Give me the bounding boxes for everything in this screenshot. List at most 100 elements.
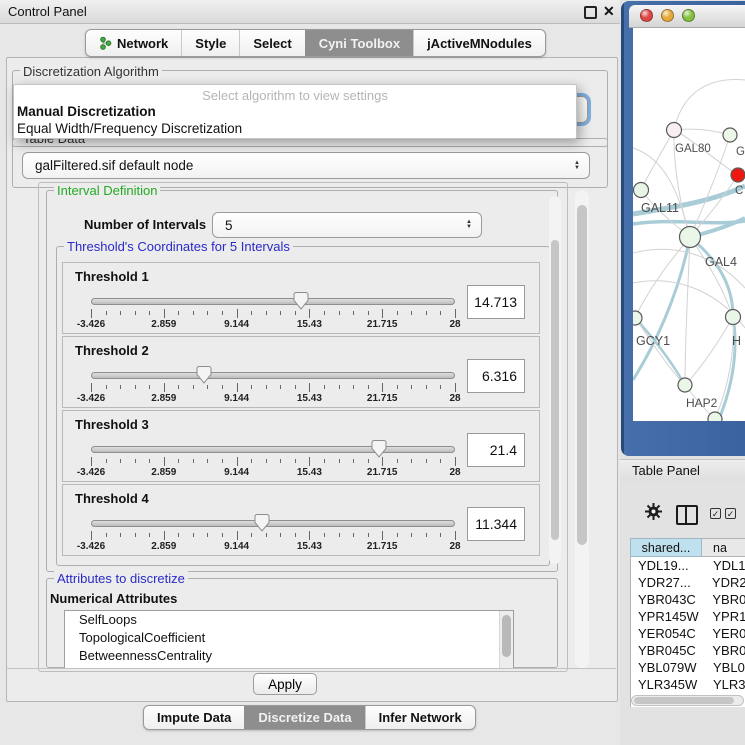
tab-label: Select [253,36,291,51]
numerical-attributes-label: Numerical Attributes [50,591,177,606]
slider-track[interactable] [91,372,455,379]
close-icon[interactable]: ✕ [603,3,615,20]
table-row[interactable]: YLR345WYLR3 [631,676,745,693]
interval-scrollbar[interactable] [549,196,561,564]
zoom-traffic-light[interactable] [682,9,695,22]
table-data-selected-value: galFiltered.sif default node [35,158,193,173]
numerical-attributes-list: SelfLoopsTopologicalCoefficientBetweenne… [64,610,514,669]
threshold-value-field[interactable]: 21.4 [467,433,525,467]
threshold-value-field[interactable]: 6.316 [467,359,525,393]
slider-track[interactable] [91,520,455,527]
threshold-label: Threshold 4 [75,491,149,506]
slider-ticks [91,531,455,540]
node-table: YDL19...YDL1YDR27...YDR2YBR043CYBR0YPR14… [630,557,745,707]
tab-discretize-data[interactable]: Discretize Data [244,706,364,729]
table-horizontal-scrollbar[interactable] [631,695,744,706]
node-bottom[interactable] [708,412,722,421]
attribute-item-topologicalcoefficient[interactable]: TopologicalCoefficient [65,629,513,647]
node-h[interactable] [726,310,741,325]
table-row[interactable]: YBL079WYBL0 [631,659,745,676]
attributes-scrollbar-thumb[interactable] [502,615,511,657]
gear-icon[interactable] [645,503,662,520]
attributes-scrollbar[interactable] [499,611,513,668]
tab-impute-data[interactable]: Impute Data [144,706,244,729]
cell-name: YER0 [702,626,745,641]
scale-label: 15.43 [297,319,322,330]
tab-infer-network[interactable]: Infer Network [365,706,475,729]
tab-jactivemnodules[interactable]: jActiveMNodules [413,30,545,56]
node-gcy1[interactable] [633,311,642,325]
node-hap2[interactable] [678,378,692,392]
node-label-hap2: HAP2 [686,396,718,410]
slider-thumb-icon[interactable] [255,514,270,532]
cell-name: YLR3 [703,677,745,692]
scale-label: 15.43 [297,467,322,478]
cell-shared-name: YER054C [631,626,702,641]
network-canvas[interactable]: GAL80GACGAL11GAL4GCY1HHAP2 [633,28,745,421]
scale-label: 28 [449,393,460,404]
tab-style[interactable]: Style [181,30,239,56]
table-panel-titlebar: Table Panel [620,459,745,483]
column-header-name[interactable]: na [702,538,745,557]
table-hscrollbar-thumb[interactable] [634,697,734,704]
tab-label: Cyni Toolbox [319,36,400,51]
content-scrollbar-thumb[interactable] [577,205,587,545]
slider-ticks [91,457,455,466]
threshold-value-field[interactable]: 11.344 [467,507,525,541]
popup-item-equal-width-frequency[interactable]: Equal Width/Frequency Discretization [14,120,576,137]
tab-network[interactable]: Network [86,30,181,56]
content-scrollbar[interactable] [575,190,589,668]
scale-label: -3.426 [77,319,105,330]
threshold-slider[interactable]: -3.4262.8599.14415.4321.71528 [91,441,455,479]
threshold-slider[interactable]: -3.4262.8599.14415.4321.71528 [91,515,455,553]
scale-label: 15.43 [297,393,322,404]
node-gal4[interactable] [680,227,701,248]
scale-label: 21.715 [367,467,398,478]
table-row[interactable]: YBR045CYBR0 [631,642,745,659]
columns-icon[interactable] [676,505,698,525]
node-red[interactable] [731,168,745,182]
slider-track[interactable] [91,298,455,305]
slider-track[interactable] [91,446,455,453]
threshold-value-field[interactable]: 14.713 [467,285,525,319]
attribute-item-selfloops[interactable]: SelfLoops [65,611,513,629]
threshold-slider[interactable]: -3.4262.8599.14415.4321.71528 [91,293,455,331]
tab-select[interactable]: Select [239,30,304,56]
scale-label: 9.144 [224,541,249,552]
float-window-icon[interactable] [584,6,597,19]
table-row[interactable]: YPR145WYPR1 [631,608,745,625]
cell-shared-name: YBR043C [631,592,702,607]
popup-item-manual-discretization[interactable]: Manual Discretization [14,103,576,120]
table-row[interactable]: YBR043CYBR0 [631,591,745,608]
table-data-combobox[interactable]: galFiltered.sif default node ▲▼ [22,152,590,179]
tab-cyni-toolbox[interactable]: Cyni Toolbox [305,30,413,56]
interval-scrollbar-thumb[interactable] [551,240,559,540]
threshold-slider[interactable]: -3.4262.8599.14415.4321.71528 [91,367,455,405]
slider-thumb-icon[interactable] [196,366,211,384]
attribute-item-betweennesscentrality[interactable]: BetweennessCentrality [65,647,513,665]
table-row[interactable]: YDR27...YDR2 [631,574,745,591]
number-of-intervals-combobox[interactable]: 5 ▲▼ [212,212,482,238]
minimize-traffic-light[interactable] [661,9,674,22]
checkbox-icon-1[interactable]: ✓ [710,508,721,519]
node-gal80[interactable] [667,123,682,138]
node-top-right[interactable] [723,128,737,142]
top-tab-bar: NetworkStyle Select Cyni Toolbox jActiveMNo… [85,29,546,57]
slider-thumb-icon[interactable] [371,440,386,458]
tab-label: Infer Network [379,710,462,725]
node-label-c: C [735,185,743,197]
checkbox-icon-2[interactable]: ✓ [725,508,736,519]
scale-label: 2.859 [151,319,176,330]
scale-label: 15.43 [297,541,322,552]
table-row[interactable]: YDL19...YDL1 [631,557,745,574]
close-traffic-light[interactable] [640,9,653,22]
cell-shared-name: YLR345W [631,677,703,692]
slider-thumb-icon[interactable] [294,292,309,310]
node-gal11[interactable] [634,183,649,198]
node-label-h: H [732,334,741,348]
column-header-shared-name[interactable]: shared... [630,538,702,557]
table-row[interactable]: YER054CYER0 [631,625,745,642]
cell-shared-name: YPR145W [631,609,702,624]
group-attributes-label: Attributes to discretize [54,571,188,586]
apply-button[interactable]: Apply [253,673,317,695]
